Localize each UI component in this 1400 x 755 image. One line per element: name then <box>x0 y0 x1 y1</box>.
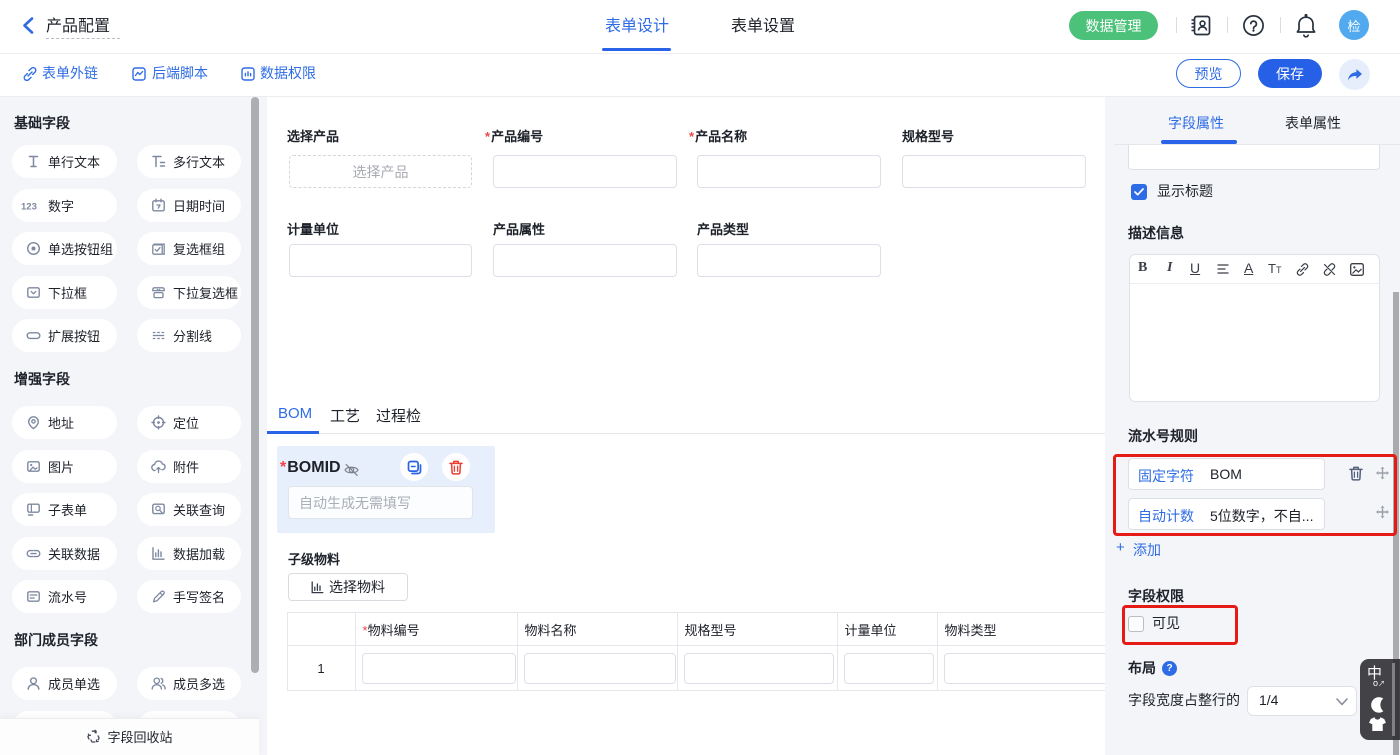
svg-text:123: 123 <box>21 201 37 212</box>
